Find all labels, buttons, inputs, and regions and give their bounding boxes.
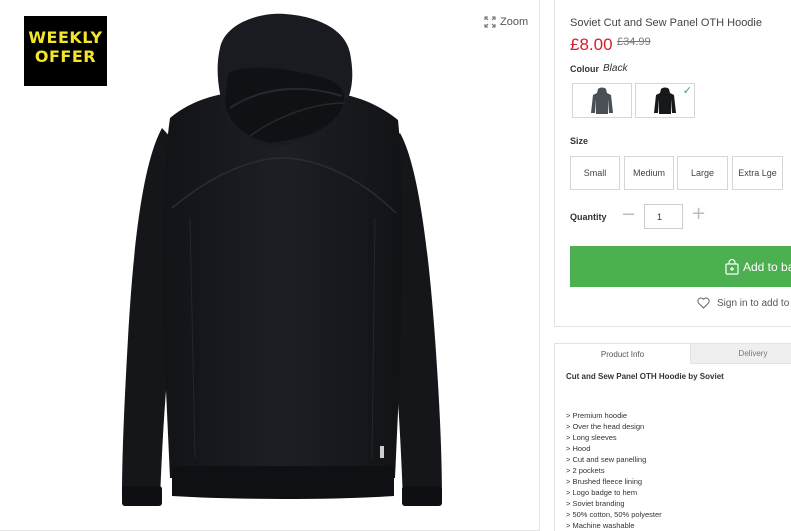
heart-icon (697, 297, 710, 309)
weekly-offer-badge: WEEKLY OFFER (24, 16, 107, 86)
list-item: > Machine washable (566, 521, 635, 530)
purchase-panel: Soviet Cut and Sew Panel OTH Hoodie £8.0… (554, 0, 791, 327)
quantity-decrease-button[interactable]: − (621, 204, 636, 225)
list-item: > Premium hoodie (566, 411, 628, 420)
hoodie-product-image[interactable] (110, 8, 455, 516)
colour-label: Colour (570, 64, 599, 74)
quantity-label: Quantity (570, 212, 607, 222)
list-item: > 2 pockets (566, 466, 605, 475)
badge-line-1: WEEKLY (28, 28, 103, 47)
sign-in-label: Sign in to add to (717, 297, 790, 309)
add-to-bag-button[interactable]: Add to ba (570, 246, 791, 287)
sign-in-wishlist-link[interactable]: Sign in to add to (697, 297, 789, 309)
size-label: Size (570, 136, 589, 146)
add-to-bag-label: Add to ba (743, 259, 791, 274)
list-item: > Over the head design (566, 422, 645, 431)
list-item: > Brushed fleece lining (566, 477, 643, 486)
expand-icon (484, 16, 496, 28)
quantity-increase-button[interactable]: + (691, 203, 706, 224)
list-item: > 50% cotton, 50% polyester (566, 510, 662, 519)
size-option-medium[interactable]: Medium (624, 156, 674, 190)
colour-swatch-black[interactable]: ✓ (635, 83, 695, 118)
description-title: Cut and Sew Panel OTH Hoodie by Soviet (566, 372, 724, 381)
list-item: > Logo badge to hem (566, 488, 638, 497)
list-item: > Cut and sew panelling (566, 455, 647, 464)
quantity-input[interactable] (644, 204, 683, 229)
original-price: £34.99 (617, 36, 651, 48)
size-option-large[interactable]: Large (677, 156, 728, 190)
product-info-panel: Product Info Delivery Cut and Sew Panel … (554, 343, 791, 531)
colour-swatch-charcoal[interactable] (572, 83, 632, 118)
zoom-button[interactable]: Zoom (484, 16, 528, 28)
list-item: > Hood (566, 444, 591, 453)
shopping-bag-icon (725, 258, 739, 275)
selected-check-icon: ✓ (682, 84, 692, 97)
colour-value: Black (603, 63, 628, 74)
sale-price: £8.00 (570, 35, 613, 54)
size-option-extra-large[interactable]: Extra Lge (732, 156, 783, 190)
product-title: Soviet Cut and Sew Panel OTH Hoodie (570, 17, 762, 29)
tab-delivery[interactable]: Delivery (691, 344, 791, 364)
tab-product-info[interactable]: Product Info (555, 344, 691, 364)
hoodie-thumbnail-icon (654, 87, 676, 114)
hoodie-thumbnail-icon (591, 87, 613, 114)
zoom-label: Zoom (500, 16, 529, 28)
size-option-small[interactable]: Small (570, 156, 620, 190)
list-item: > Soviet branding (566, 499, 625, 508)
badge-line-2: OFFER (34, 47, 97, 66)
feature-list: > Premium hoodie > Over the head design … (566, 410, 662, 531)
list-item: > Long sleeves (566, 433, 617, 442)
product-image-panel: WEEKLY OFFER Zoom (0, 0, 540, 531)
